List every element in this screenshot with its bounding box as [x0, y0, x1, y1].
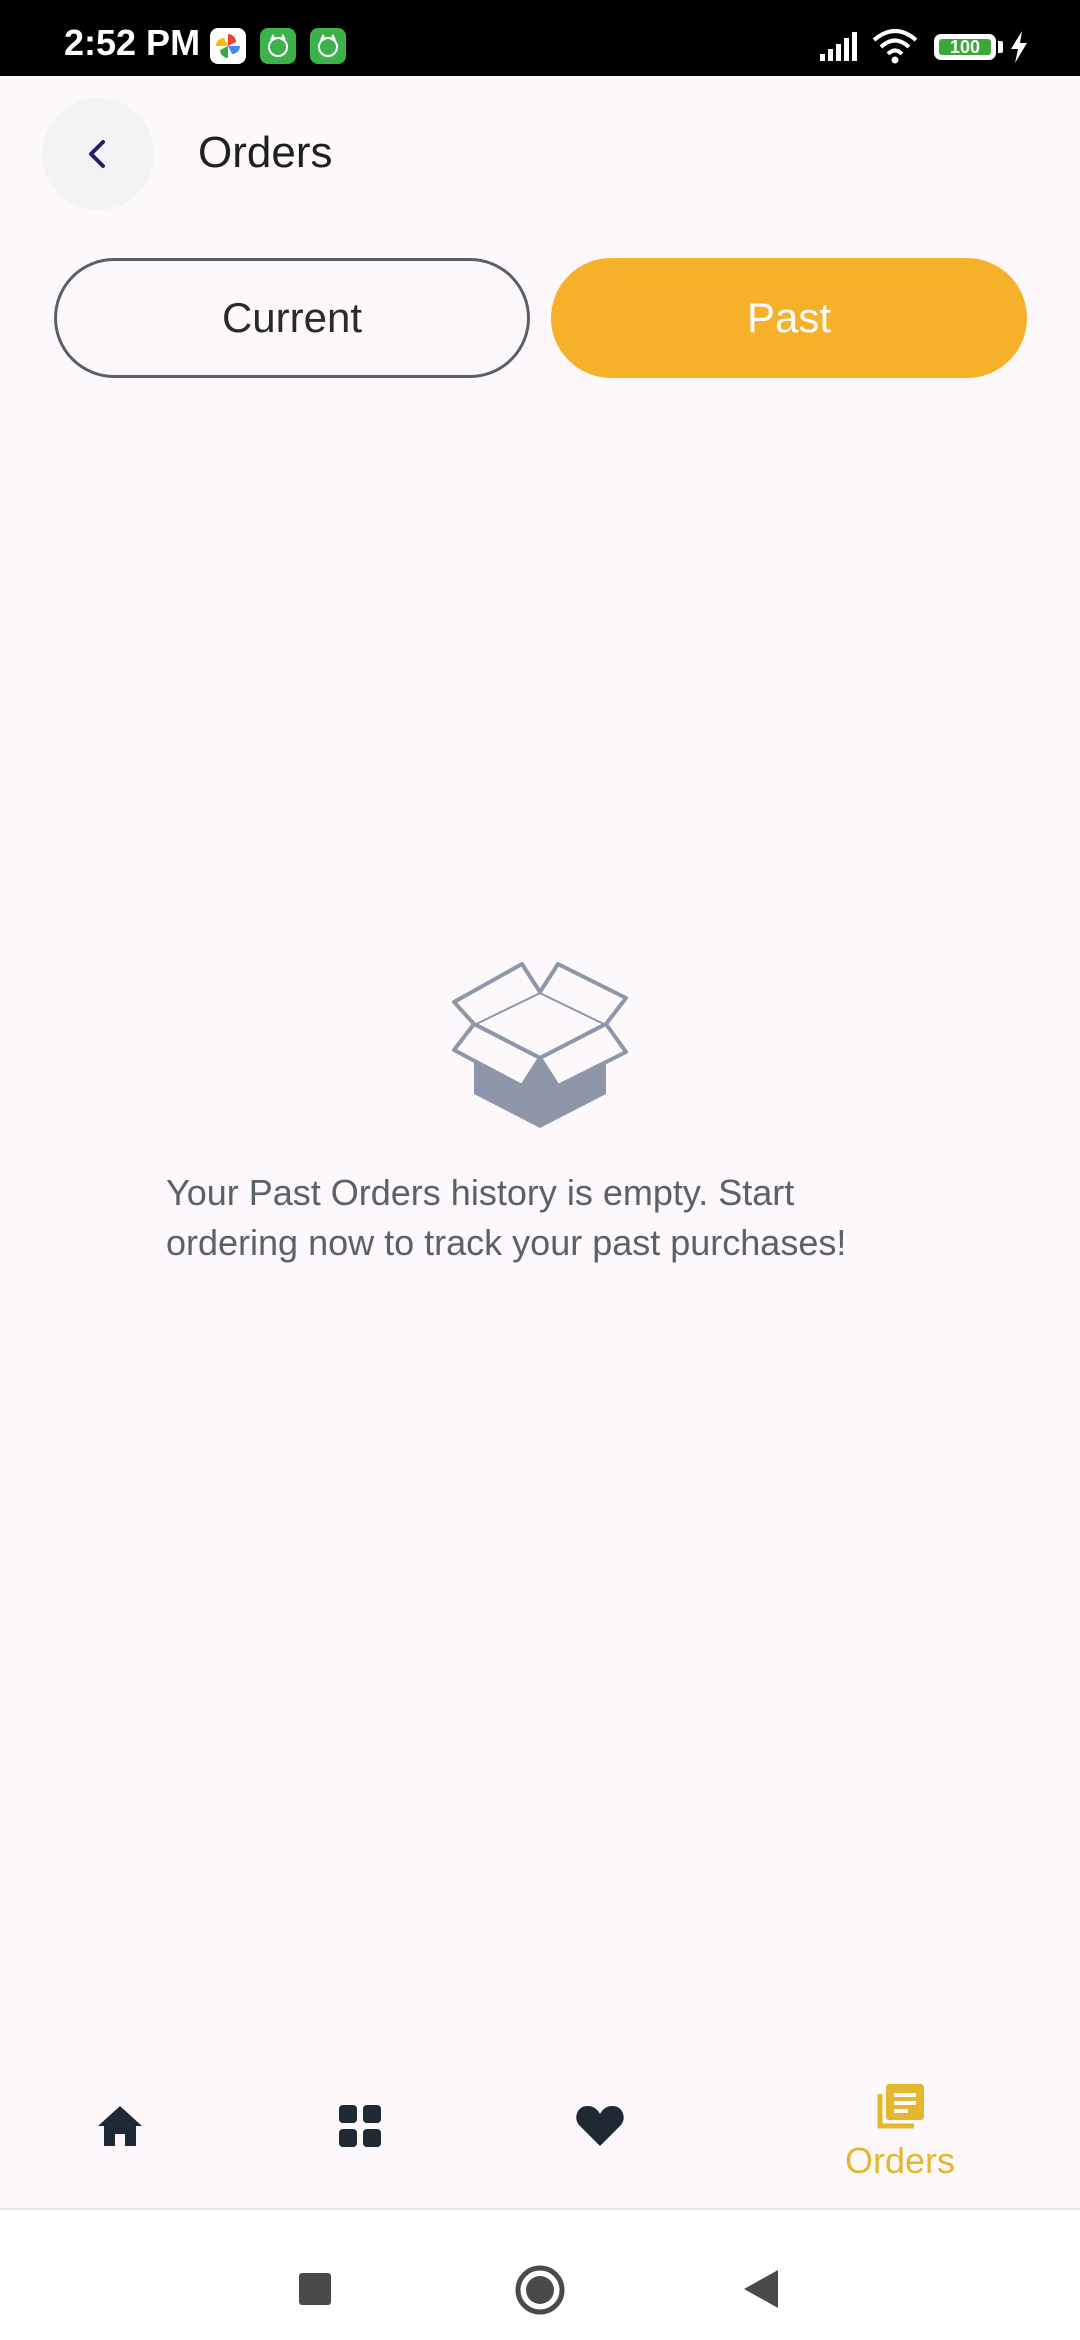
battery-icon: 100 [934, 34, 996, 60]
empty-state-message: Your Past Orders history is empty. Start… [166, 1172, 847, 1263]
nav-label-orders[interactable]: Orders [840, 2140, 960, 2182]
grid-icon[interactable] [338, 2104, 382, 2148]
status-bar: 2:52 PM 100 [0, 0, 1080, 76]
home-circle-icon[interactable] [514, 2264, 566, 2316]
heart-icon[interactable] [575, 2104, 625, 2148]
home-icon[interactable] [96, 2104, 144, 2148]
recents-icon[interactable] [298, 2272, 332, 2306]
open-box-icon [452, 962, 628, 1128]
bottom-navigation: Orders [0, 2060, 1080, 2210]
back-triangle-icon[interactable] [742, 2268, 780, 2310]
battery-level: 100 [939, 38, 991, 56]
wifi-icon [872, 29, 918, 64]
status-time: 2:52 PM [64, 22, 201, 63]
chevron-left-icon [89, 140, 105, 168]
battery-cap [998, 41, 1003, 53]
charging-icon [1011, 31, 1027, 63]
cat-app-icon [310, 28, 346, 64]
photos-app-icon [210, 28, 246, 64]
tab-past[interactable]: Past [551, 258, 1027, 378]
signal-icon [820, 32, 857, 61]
cat-app-icon [260, 28, 296, 64]
tab-current[interactable]: Current [54, 258, 530, 378]
system-navigation-bar [0, 2210, 1080, 2340]
orders-icon[interactable] [876, 2082, 926, 2130]
back-button[interactable] [42, 98, 154, 210]
page-title: Orders [198, 128, 333, 177]
